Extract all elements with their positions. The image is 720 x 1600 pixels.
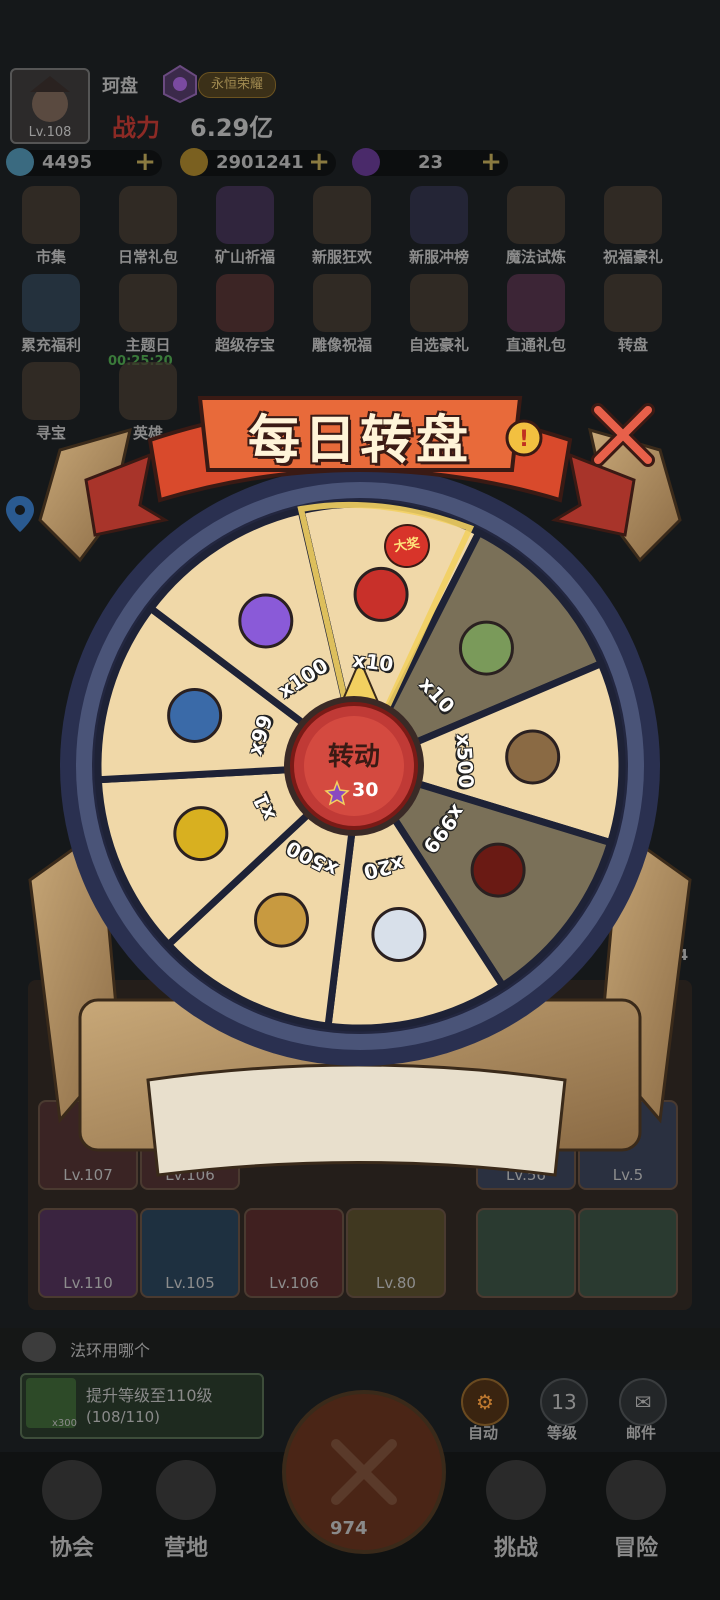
- gift-box-icon: [22, 274, 80, 332]
- statue-icon: [313, 274, 371, 332]
- grid-magic-trial[interactable]: 魔法试炼: [499, 186, 573, 270]
- grid-super-treasure[interactable]: 超级存宝: [208, 274, 282, 358]
- segment-quantity: x500: [451, 732, 479, 789]
- grid-recharge-welfare[interactable]: 累充福利: [14, 274, 88, 358]
- nav-adventure[interactable]: 冒险: [586, 1460, 686, 1570]
- gold-coin-icon: [180, 148, 208, 176]
- crystal-icon: [216, 186, 274, 244]
- crystal-gem-icon: [371, 906, 427, 962]
- mail-button[interactable]: ✉ 邮件: [614, 1378, 668, 1442]
- red-fruit-icon: [470, 842, 526, 898]
- hero-theme-icon: [119, 274, 177, 332]
- quest-progress: (108/110): [86, 1408, 161, 1426]
- spin-cost: 30: [352, 779, 379, 801]
- quest-reward-qty: x300: [52, 1418, 78, 1429]
- grid-mine-blessing[interactable]: 矿山祈福: [208, 186, 282, 270]
- nav-guild[interactable]: 协会: [22, 1460, 122, 1570]
- gold-nugget-icon: [173, 806, 229, 862]
- blessing-icon: [604, 186, 662, 244]
- grid-blessing-gift[interactable]: 祝福豪礼: [596, 186, 670, 270]
- nav-challenge[interactable]: 挑战: [466, 1460, 566, 1570]
- nav-camp[interactable]: 营地: [136, 1460, 236, 1570]
- podium-icon: [410, 186, 468, 244]
- hero-card[interactable]: [476, 1208, 576, 1298]
- hero-card[interactable]: Lv.110: [38, 1208, 138, 1298]
- stamina-counter: 974: [330, 1518, 368, 1539]
- hero-card[interactable]: Lv.80: [346, 1208, 446, 1298]
- gear-icon: ⚙: [461, 1378, 509, 1426]
- wheel-title: 每日转盘: [247, 411, 472, 471]
- wheel-icon: [604, 274, 662, 332]
- star-icon: [352, 148, 380, 176]
- challenge-icon: [486, 1460, 546, 1520]
- hero-card[interactable]: Lv.106: [244, 1208, 344, 1298]
- camp-icon: [156, 1460, 216, 1520]
- power-value: 6.29亿: [190, 114, 274, 142]
- direct-pack-icon: [507, 274, 565, 332]
- hero-card[interactable]: [578, 1208, 678, 1298]
- player-avatar[interactable]: Lv.108: [10, 68, 90, 144]
- market-icon: [22, 186, 80, 244]
- adventure-map-icon: [606, 1460, 666, 1520]
- diamond-icon: [6, 148, 34, 176]
- power-label: 战力: [112, 114, 160, 142]
- player-name: 珂盘: [102, 76, 138, 97]
- svg-text:!: !: [519, 427, 529, 452]
- quest-title: 提升等级至110级: [86, 1386, 213, 1405]
- diamond-counter: 4495 +: [6, 147, 162, 177]
- treasure-icon: [216, 274, 274, 332]
- coin-pile-icon: [253, 892, 309, 948]
- gold-counter: 2901241 +: [180, 147, 336, 177]
- chat-message: 法环用哪个: [70, 1341, 151, 1360]
- puzzle-piece-icon: [353, 566, 409, 622]
- rank-emblem-icon: [163, 64, 197, 104]
- purple-orb-icon: [238, 593, 294, 649]
- hero-portrait-icon: [30, 76, 70, 122]
- crossed-swords-icon: [507, 186, 565, 244]
- grid-market[interactable]: 市集: [14, 186, 88, 270]
- mail-icon: ✉: [619, 1378, 667, 1426]
- grid-wheel[interactable]: 转盘: [596, 274, 670, 358]
- blue-card-icon: [167, 687, 223, 743]
- grid-daily-pack[interactable]: 日常礼包: [111, 186, 185, 270]
- grid-new-server-ranking[interactable]: 新服冲榜: [402, 186, 476, 270]
- chest-icon: [410, 274, 468, 332]
- add-star-button[interactable]: +: [480, 147, 502, 177]
- wheel-nameplate: [146, 1063, 567, 1177]
- guild-icon: [42, 1460, 102, 1520]
- grid-statue-blessing[interactable]: 雕像祝福: [305, 274, 379, 358]
- chat-bubble-icon[interactable]: [22, 1332, 56, 1362]
- star-counter: 23 +: [352, 147, 508, 177]
- coin-pouch-icon: [505, 729, 561, 785]
- player-level: Lv.108: [28, 125, 72, 140]
- green-stamp-icon: [458, 620, 514, 676]
- add-gold-button[interactable]: +: [308, 147, 330, 177]
- add-diamond-button[interactable]: +: [134, 147, 156, 177]
- level-button[interactable]: 13 等级: [535, 1378, 589, 1442]
- hero-card[interactable]: Lv.105: [140, 1208, 240, 1298]
- grid-optional-gift[interactable]: 自选豪礼: [402, 274, 476, 358]
- auto-button[interactable]: ⚙ 自动: [456, 1378, 510, 1442]
- grid-direct-pack[interactable]: 直通礼包: [499, 274, 573, 358]
- spin-label: 转动: [327, 742, 380, 772]
- carnival-icon: [313, 186, 371, 244]
- rank-badge: 永恒荣耀: [198, 72, 277, 98]
- grid-theme-day[interactable]: 主题日: [111, 274, 185, 358]
- grid-new-server-carnival[interactable]: 新服狂欢: [305, 186, 379, 270]
- gift-icon: [119, 186, 177, 244]
